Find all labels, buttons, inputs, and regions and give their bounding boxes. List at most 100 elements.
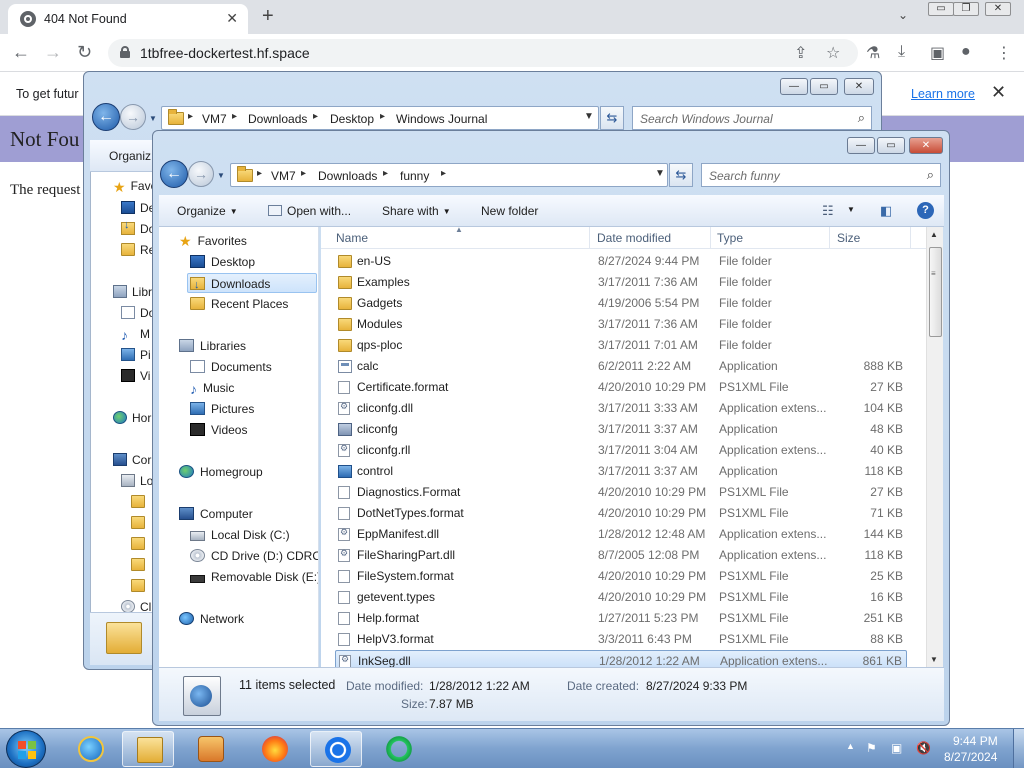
clock-time[interactable]: 9:44 PM bbox=[953, 734, 998, 748]
taskbar-internet-explorer[interactable] bbox=[64, 731, 116, 767]
back-nav-desktop[interactable]: De bbox=[121, 201, 155, 215]
back-nav-computer[interactable]: Cor bbox=[113, 453, 151, 467]
profile-avatar-icon[interactable]: ● bbox=[961, 43, 971, 61]
address-bar[interactable]: 1tbfree-dockertest.hf.space bbox=[108, 39, 858, 67]
back-crumb-vm7[interactable]: VM7 bbox=[202, 112, 227, 126]
back-nav-forward-icon[interactable]: → bbox=[120, 104, 146, 130]
back-nav-subfolder-1[interactable] bbox=[131, 495, 150, 509]
volume-muted-icon[interactable]: 🔇 bbox=[916, 741, 931, 755]
file-row[interactable]: cliconfg.dll 3/17/2011 3:33 AM Application… bbox=[335, 398, 907, 419]
column-date-modified[interactable]: Date modified bbox=[597, 231, 671, 245]
file-row[interactable]: cliconfg.rll 3/17/2011 3:04 AM Application… bbox=[335, 440, 907, 461]
taskbar-firefox[interactable] bbox=[248, 731, 300, 767]
view-dropdown-icon[interactable]: ▼ bbox=[847, 205, 855, 214]
back-nav-local-disk[interactable]: Lo bbox=[121, 474, 153, 488]
front-history-dropdown-icon[interactable]: ▼ bbox=[217, 171, 225, 180]
front-nav-forward-icon[interactable]: → bbox=[188, 161, 214, 187]
restore-button[interactable]: ❐ bbox=[953, 2, 979, 16]
nav-favorites[interactable]: ★ Favorites bbox=[179, 231, 247, 251]
back-nav-libraries[interactable]: Libr bbox=[113, 285, 152, 299]
side-panel-icon[interactable]: ▣ bbox=[930, 43, 945, 63]
forward-arrow-icon[interactable]: → bbox=[44, 42, 62, 63]
start-button[interactable] bbox=[6, 730, 46, 768]
back-arrow-icon[interactable]: ← bbox=[12, 42, 30, 63]
front-crumb-funny[interactable]: funny bbox=[400, 169, 429, 183]
file-row[interactable]: Diagnostics.Format 4/20/2010 10:29 PM PS1X… bbox=[335, 482, 907, 503]
taskbar-chrome[interactable] bbox=[310, 731, 362, 767]
file-row[interactable]: control 3/17/2011 3:37 AM Application 118 K… bbox=[335, 461, 907, 482]
front-crumb-vm7[interactable]: VM7 bbox=[271, 169, 296, 183]
back-crumb-windows-journal[interactable]: Windows Journal bbox=[396, 112, 487, 126]
file-row[interactable]: cliconfg 3/17/2011 3:37 AM Application 48 K… bbox=[335, 419, 907, 440]
file-row[interactable]: EppManifest.dll 1/28/2012 12:48 AM Applica… bbox=[335, 524, 907, 545]
file-row[interactable]: FileSystem.format 4/20/2010 10:29 PM PS1XM… bbox=[335, 566, 907, 587]
back-nav-documents[interactable]: Do bbox=[121, 306, 155, 320]
file-row[interactable]: calc 6/2/2011 2:22 AM Application 888 KB bbox=[335, 356, 907, 377]
new-tab-button[interactable]: + bbox=[262, 5, 274, 28]
nav-cd-drive[interactable]: CD Drive (D:) CDROM bbox=[190, 546, 318, 566]
menu-kebab-icon[interactable]: ⋮ bbox=[996, 43, 1012, 63]
back-nav-subfolder-2[interactable] bbox=[131, 516, 150, 530]
file-row[interactable]: en-US 8/27/2024 9:44 PM File folder bbox=[335, 251, 907, 272]
back-search-icon[interactable]: ⌕ bbox=[858, 110, 865, 126]
back-crumb-desktop[interactable]: Desktop bbox=[330, 112, 374, 126]
learn-more-link[interactable]: Learn more bbox=[911, 87, 975, 101]
vertical-scrollbar[interactable]: ▲ ≡ ▼ bbox=[926, 227, 943, 667]
file-row[interactable]: Help.format 1/27/2011 5:23 PM PS1XML File 2… bbox=[335, 608, 907, 629]
nav-music[interactable]: ♪ Music bbox=[190, 378, 234, 398]
nav-pictures[interactable]: Pictures bbox=[190, 399, 254, 419]
nav-videos[interactable]: Videos bbox=[190, 420, 247, 440]
back-organize-button[interactable]: Organiz bbox=[109, 149, 151, 163]
address-url[interactable]: 1tbfree-dockertest.hf.space bbox=[140, 45, 310, 61]
taskbar-windows-explorer[interactable] bbox=[122, 731, 174, 767]
download-icon[interactable]: ⤓ bbox=[898, 43, 905, 61]
close-window-button[interactable]: ✕ bbox=[985, 2, 1011, 16]
explorer-window-front[interactable]: — ▭ ✕ ← → ▼ ▸ VM7 ▸ Downloads ▸ funny ▸ … bbox=[152, 130, 950, 726]
file-row[interactable]: Gadgets 4/19/2006 5:54 PM File folder bbox=[335, 293, 907, 314]
help-icon[interactable]: ? bbox=[917, 202, 934, 219]
nav-network[interactable]: Network bbox=[179, 609, 244, 629]
front-search-box[interactable]: Search funny ⌕ bbox=[701, 163, 941, 187]
front-maximize-button[interactable]: ▭ bbox=[877, 137, 905, 154]
front-refresh-icon[interactable]: ⇆ bbox=[669, 163, 693, 187]
back-nav-favorites[interactable]: ★ Favo bbox=[113, 179, 157, 195]
back-close-button[interactable]: ✕ bbox=[844, 78, 874, 95]
nav-libraries[interactable]: Libraries bbox=[179, 336, 246, 356]
nav-homegroup[interactable]: Homegroup bbox=[179, 462, 263, 482]
nav-downloads[interactable]: Downloads bbox=[187, 273, 317, 295]
back-minimize-button[interactable]: — bbox=[780, 78, 808, 95]
action-center-flag-icon[interactable]: ⚑ bbox=[866, 741, 880, 755]
tab-close-button[interactable]: ✕ bbox=[226, 10, 238, 27]
scroll-down-icon[interactable]: ▼ bbox=[930, 655, 938, 664]
show-desktop-button[interactable] bbox=[1013, 729, 1024, 768]
back-nav-subfolder-5[interactable] bbox=[131, 579, 150, 593]
back-address-dropdown-icon[interactable]: ▼ bbox=[584, 111, 594, 122]
back-refresh-icon[interactable]: ⇆ bbox=[600, 106, 624, 130]
share-icon[interactable]: ⇪ bbox=[794, 43, 807, 63]
back-search-box[interactable]: Search Windows Journal ⌕ bbox=[632, 106, 872, 130]
back-nav-recent[interactable]: Re bbox=[121, 243, 155, 257]
organize-button[interactable]: Organize ▼ bbox=[177, 204, 238, 218]
back-history-dropdown-icon[interactable]: ▼ bbox=[149, 114, 157, 123]
back-nav-homegroup[interactable]: Hor bbox=[113, 411, 151, 425]
nav-desktop[interactable]: Desktop bbox=[190, 252, 255, 272]
back-crumb-downloads[interactable]: Downloads bbox=[248, 112, 307, 126]
back-nav-downloads[interactable]: Do bbox=[121, 222, 155, 236]
reload-icon[interactable]: ↻ bbox=[77, 42, 92, 63]
taskbar-media-player[interactable] bbox=[184, 731, 236, 767]
scroll-thumb[interactable] bbox=[929, 247, 942, 337]
nav-local-disk[interactable]: Local Disk (C:) bbox=[190, 525, 290, 545]
front-search-icon[interactable]: ⌕ bbox=[927, 167, 934, 183]
file-row[interactable]: FileSharingPart.dll 8/7/2005 12:08 PM Appl… bbox=[335, 545, 907, 566]
column-type[interactable]: Type bbox=[717, 231, 743, 245]
back-nav-back-icon[interactable]: ← bbox=[92, 103, 120, 131]
front-address-dropdown-icon[interactable]: ▼ bbox=[655, 168, 665, 179]
clock-date[interactable]: 8/27/2024 bbox=[944, 750, 997, 764]
back-nav-music[interactable]: ♪ M bbox=[121, 327, 150, 343]
minimize-button[interactable]: ▭ bbox=[928, 2, 954, 16]
tab-search-button[interactable]: ⌄ bbox=[898, 8, 908, 22]
tray-overflow-icon[interactable]: ▲ bbox=[846, 741, 855, 751]
back-nav-subfolder-3[interactable] bbox=[131, 537, 150, 551]
taskbar-opera[interactable] bbox=[372, 731, 424, 767]
scroll-up-icon[interactable]: ▲ bbox=[930, 230, 938, 239]
